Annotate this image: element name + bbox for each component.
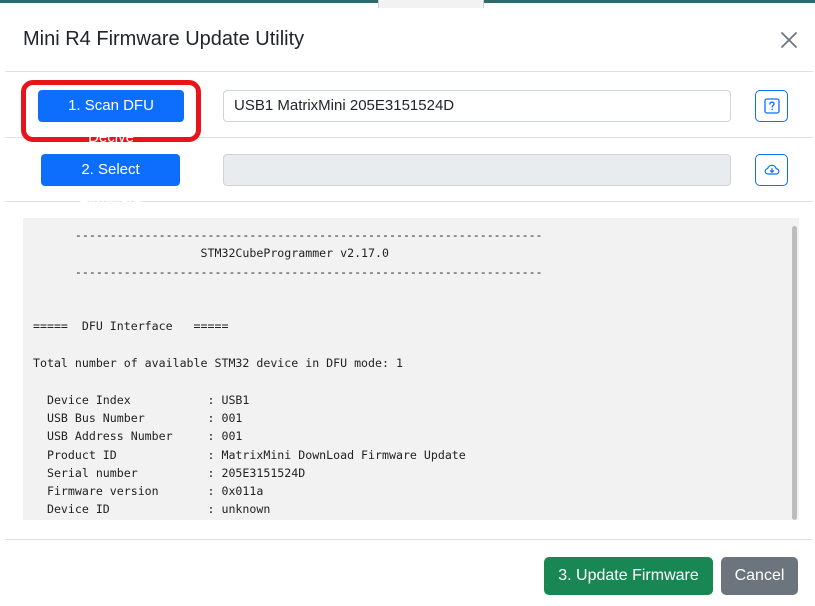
background-window-tab xyxy=(378,0,484,8)
firmware-file-field xyxy=(223,154,731,186)
dialog-header: Mini R4 Firmware Update Utility xyxy=(5,8,813,72)
output-log-panel: ----------------------------------------… xyxy=(23,218,799,520)
output-log-text: ----------------------------------------… xyxy=(33,228,543,517)
select-firmware-button[interactable]: 2. Select Firmware xyxy=(41,154,180,210)
scan-dfu-device-button[interactable]: 1. Scan DFU Decive xyxy=(38,90,184,146)
close-icon xyxy=(781,32,797,48)
dialog-footer: 3. Update Firmware Cancel xyxy=(5,539,813,604)
help-button[interactable] xyxy=(755,90,788,122)
cloud-download-icon xyxy=(764,164,780,175)
download-firmware-button[interactable] xyxy=(755,154,788,186)
scan-device-row: 1. Scan DFU Decive USB1 MatrixMini 205E3… xyxy=(5,78,813,146)
question-square-icon xyxy=(764,98,780,114)
update-firmware-button[interactable]: 3. Update Firmware xyxy=(544,557,713,595)
close-button[interactable] xyxy=(779,30,799,50)
firmware-update-dialog: Mini R4 Firmware Update Utility 1. Scan … xyxy=(5,8,813,604)
cancel-button[interactable]: Cancel xyxy=(721,557,798,595)
dialog-title: Mini R4 Firmware Update Utility xyxy=(23,28,305,50)
select-firmware-row: 2. Select Firmware xyxy=(5,142,813,210)
background-window-strip xyxy=(0,0,815,8)
device-field[interactable]: USB1 MatrixMini 205E3151524D xyxy=(223,90,731,122)
log-scrollbar[interactable] xyxy=(792,226,797,520)
